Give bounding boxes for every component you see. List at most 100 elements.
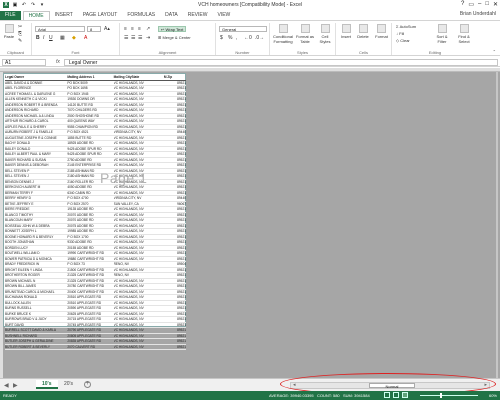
tab-review[interactable]: REVIEW bbox=[183, 11, 213, 20]
worksheet-area[interactable]: Legal Owner Mailing Address 1 Mailing Ci… bbox=[0, 68, 500, 378]
group-label-clipboard: Clipboard bbox=[6, 50, 25, 55]
table-body: ABEL DAVID A & DONNIE PO BOX 5009 VC HIGHL… bbox=[5, 80, 186, 350]
tab-formulas[interactable]: FORMULAS bbox=[122, 11, 160, 20]
align-bottom-icon[interactable]: ≡ bbox=[138, 26, 141, 32]
zoom-level[interactable]: 60% bbox=[489, 391, 497, 400]
format-painter-icon[interactable]: ✎ bbox=[18, 38, 22, 44]
increase-decimal-icon[interactable]: ←0 bbox=[244, 35, 252, 41]
clear-button[interactable]: ◇ Clear bbox=[396, 38, 410, 43]
table-cell[interactable]: 89521 bbox=[163, 344, 186, 350]
font-size-box[interactable]: 8 bbox=[87, 26, 101, 32]
align-top-icon[interactable]: ≡ bbox=[124, 26, 127, 32]
wrap-text-icon: ↩ bbox=[161, 27, 165, 32]
bold-icon[interactable]: B bbox=[36, 35, 40, 41]
delete-cells-icon bbox=[358, 24, 368, 33]
merge-center-button[interactable]: ⊞ Merge & Center bbox=[158, 35, 191, 40]
format-as-table-button[interactable]: Format as Table bbox=[295, 24, 315, 44]
italic-icon[interactable]: I bbox=[43, 35, 44, 41]
tab-page-layout[interactable]: PAGE LAYOUT bbox=[78, 11, 123, 20]
formula-bar: A1 fx Legal Owner bbox=[0, 58, 500, 67]
normal-view-icon[interactable] bbox=[384, 392, 390, 398]
find-select-icon bbox=[459, 24, 469, 33]
align-middle-icon[interactable]: ≡ bbox=[131, 26, 134, 32]
tab-data[interactable]: DATA bbox=[160, 11, 183, 20]
conditional-formatting-icon bbox=[278, 24, 288, 33]
fill-button[interactable]: ↓ Fill bbox=[396, 31, 404, 36]
autosum-button[interactable]: Σ AutoSum bbox=[396, 24, 416, 29]
vertical-scrollbar[interactable] bbox=[496, 72, 498, 378]
fill-color-icon[interactable]: ◆ bbox=[72, 35, 76, 41]
font-color-icon[interactable]: A bbox=[84, 35, 87, 41]
zoom-slider[interactable] bbox=[420, 395, 478, 396]
underline-icon[interactable]: U bbox=[49, 35, 53, 41]
format-cells-label: Format bbox=[375, 34, 388, 39]
find-select-button[interactable]: Find & Select bbox=[454, 24, 474, 44]
help-icon[interactable]: ? bbox=[461, 1, 464, 8]
group-label-number: Number bbox=[235, 50, 250, 55]
decrease-decimal-icon[interactable]: .0→ bbox=[255, 35, 264, 41]
delete-cells-button[interactable]: Delete bbox=[355, 24, 371, 39]
currency-icon[interactable]: $ bbox=[220, 35, 223, 41]
next-sheet-icon[interactable]: ▶ bbox=[13, 382, 18, 389]
comma-style-icon[interactable]: , bbox=[236, 35, 237, 41]
tab-view[interactable]: VIEW bbox=[212, 11, 235, 20]
zoom-slider-handle[interactable] bbox=[440, 393, 442, 398]
table-cell[interactable]: VC HIGHLANDS, NV bbox=[113, 344, 164, 350]
cell-styles-label: Cell Styles bbox=[319, 34, 331, 44]
cell-styles-icon bbox=[320, 24, 330, 33]
formula-input[interactable]: Legal Owner bbox=[64, 59, 498, 66]
sheet-tab-10s[interactable]: 10's bbox=[36, 380, 58, 389]
conditional-formatting-button[interactable]: Conditional Formatting bbox=[272, 24, 294, 44]
insert-cells-label: Insert bbox=[340, 34, 351, 39]
cut-icon[interactable]: ✂ bbox=[18, 24, 22, 30]
table-cell[interactable]: ANDERSON ROBERT R & BRENDA bbox=[5, 102, 68, 108]
group-label-font: Font bbox=[71, 50, 80, 55]
grow-font-icon[interactable]: A▴ bbox=[104, 26, 110, 32]
name-box[interactable]: A1 bbox=[2, 59, 46, 66]
sort-filter-button[interactable]: Sort & Filter bbox=[432, 24, 452, 44]
group-alignment: ≡ ≡ ≡ ↗ ↩ Wrap Text ☰ ☰ ☰ ⇥ ⊞ Merge & Ce… bbox=[120, 23, 216, 55]
paste-button[interactable]: Paste bbox=[2, 24, 16, 39]
find-select-label: Find & Select bbox=[458, 34, 470, 44]
align-left-icon[interactable]: ☰ bbox=[124, 35, 128, 41]
table-cell[interactable]: BUTLER ROBERT & BEVERLY bbox=[5, 344, 68, 350]
new-sheet-icon[interactable]: + bbox=[84, 381, 91, 388]
column-headers[interactable] bbox=[0, 68, 500, 72]
paste-label: Paste bbox=[3, 34, 15, 39]
align-center-icon[interactable]: ☰ bbox=[131, 35, 135, 41]
format-cells-button[interactable]: Format bbox=[373, 24, 390, 39]
borders-icon[interactable]: ▦ bbox=[60, 35, 65, 41]
maximize-icon[interactable]: □ bbox=[485, 1, 489, 8]
page-break-view-icon[interactable] bbox=[402, 392, 408, 398]
collapse-ribbon-icon[interactable]: ⌃ bbox=[493, 49, 496, 54]
font-name-box[interactable]: Arial bbox=[35, 26, 85, 32]
minimize-icon[interactable]: – bbox=[478, 1, 481, 8]
sheet-tab-20s[interactable]: 20's bbox=[58, 380, 79, 389]
insert-function-icon[interactable]: fx bbox=[56, 59, 60, 65]
tab-file[interactable]: FILE bbox=[0, 11, 21, 20]
percent-icon[interactable]: % bbox=[228, 35, 232, 41]
clear-label: Clear bbox=[400, 38, 410, 43]
page-layout-view-icon[interactable] bbox=[393, 392, 399, 398]
copy-icon[interactable]: ⎘ bbox=[18, 31, 22, 37]
number-format-box[interactable]: General bbox=[219, 26, 267, 32]
wrap-text-button[interactable]: ↩ Wrap Text bbox=[158, 26, 187, 32]
indent-icon[interactable]: ⇥ bbox=[146, 35, 150, 41]
orientation-icon[interactable]: ↗ bbox=[146, 26, 150, 32]
close-icon[interactable]: ✕ bbox=[493, 1, 498, 8]
group-clipboard: Paste ✂ ⎘ ✎ Clipboard bbox=[0, 23, 32, 55]
sort-filter-label: Sort & Filter bbox=[436, 34, 448, 44]
tab-home[interactable]: HOME bbox=[22, 11, 50, 20]
insert-cells-button[interactable]: Insert bbox=[338, 24, 354, 39]
user-name[interactable]: Brian Underdahl bbox=[460, 11, 496, 17]
fill-label: Fill bbox=[399, 31, 405, 36]
delete-cells-label: Delete bbox=[357, 34, 369, 39]
cell-styles-button[interactable]: Cell Styles bbox=[316, 24, 334, 44]
ribbon-options-icon[interactable]: ▭ bbox=[468, 1, 474, 8]
group-label-alignment: Alignment bbox=[158, 50, 177, 55]
table-cell[interactable]: 2070 CALVERT RD bbox=[67, 344, 114, 350]
print-page[interactable]: Legal Owner Mailing Address 1 Mailing Ci… bbox=[3, 73, 186, 350]
tab-insert[interactable]: INSERT bbox=[50, 11, 78, 20]
align-right-icon[interactable]: ☰ bbox=[138, 35, 142, 41]
prev-sheet-icon[interactable]: ◀ bbox=[4, 382, 9, 389]
